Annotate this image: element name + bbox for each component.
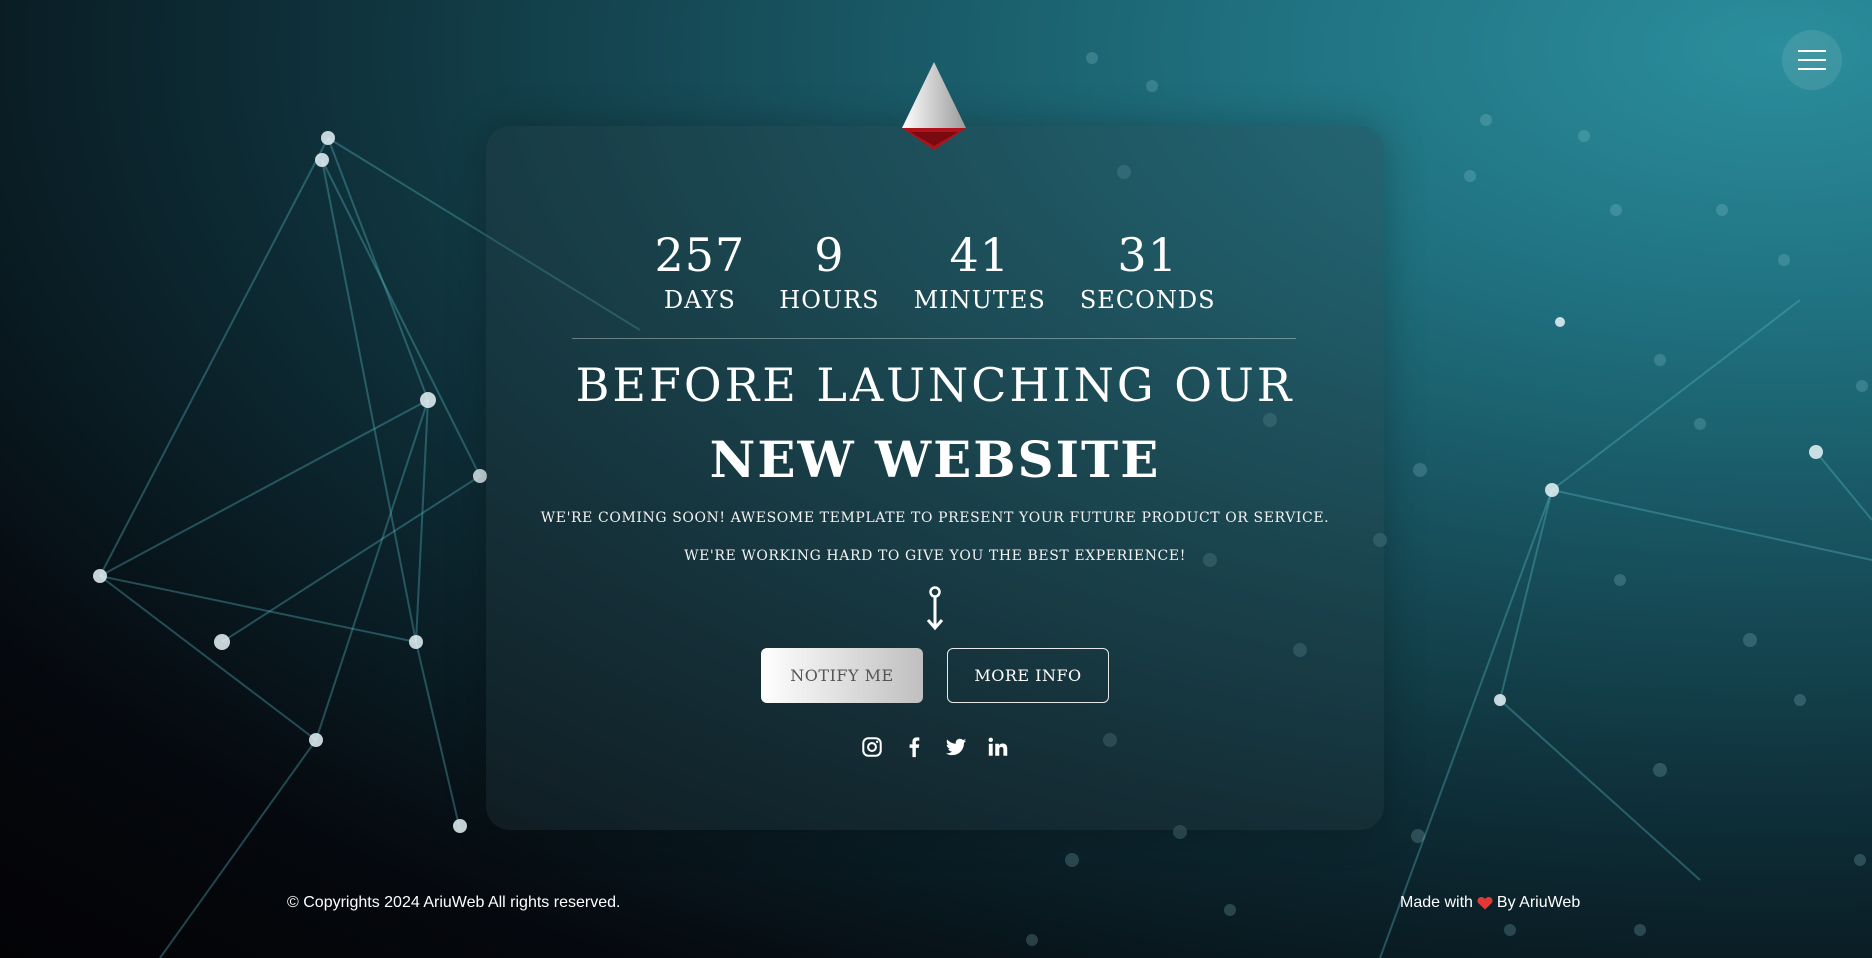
facebook-icon[interactable] [903, 736, 925, 758]
countdown-card: 257 DAYS 9 HOURS 41 MINUTES 31 SECONDS B… [486, 126, 1384, 830]
copyright-text: © Copyrights 2024 AriuWeb All rights res… [287, 894, 621, 911]
countdown-value: 31 [1117, 228, 1178, 282]
countdown-timer: 257 DAYS 9 HOURS 41 MINUTES 31 SECONDS [486, 226, 1384, 314]
countdown-hours: 9 HOURS [779, 226, 879, 314]
divider [572, 338, 1296, 339]
heart-icon [1477, 897, 1493, 910]
more-info-button[interactable]: MORE INFO [947, 648, 1109, 703]
countdown-label: MINUTES [913, 286, 1046, 314]
logo-icon [902, 62, 966, 150]
headline-line-1: BEFORE LAUNCHING OUR [575, 358, 1295, 412]
made-with-text: Made with [1400, 894, 1473, 911]
linkedin-icon[interactable] [987, 736, 1009, 758]
countdown-value: 257 [654, 228, 746, 282]
subtext-line-1: WE'RE COMING SOON! AWESOME TEMPLATE TO P… [540, 510, 1330, 526]
arrow-down-icon [926, 586, 944, 631]
countdown-minutes: 41 MINUTES [914, 226, 1046, 314]
menu-line [1798, 59, 1826, 61]
countdown-value: 41 [949, 228, 1010, 282]
countdown-label: HOURS [779, 286, 880, 314]
hamburger-menu-button[interactable] [1782, 30, 1842, 90]
menu-line [1798, 50, 1826, 52]
countdown-days: 257 DAYS [654, 226, 745, 314]
instagram-icon[interactable] [861, 736, 883, 758]
countdown-label: SECONDS [1079, 286, 1216, 314]
author-link[interactable]: By AriuWeb [1497, 894, 1580, 912]
credits: Made with By AriuWeb [1400, 894, 1580, 912]
menu-line [1798, 68, 1826, 70]
social-links [486, 736, 1384, 758]
cta-buttons: NOTIFY ME MORE INFO [486, 648, 1384, 703]
headline-line-2: NEW WEBSITE [709, 430, 1161, 489]
countdown-value: 9 [814, 228, 845, 282]
subtext-line-2: WE'RE WORKING HARD TO GIVE YOU THE BEST … [684, 548, 1186, 564]
twitter-icon[interactable] [945, 736, 967, 758]
countdown-seconds: 31 SECONDS [1080, 226, 1216, 314]
countdown-label: DAYS [663, 286, 736, 314]
notify-me-button[interactable]: NOTIFY ME [761, 648, 923, 703]
